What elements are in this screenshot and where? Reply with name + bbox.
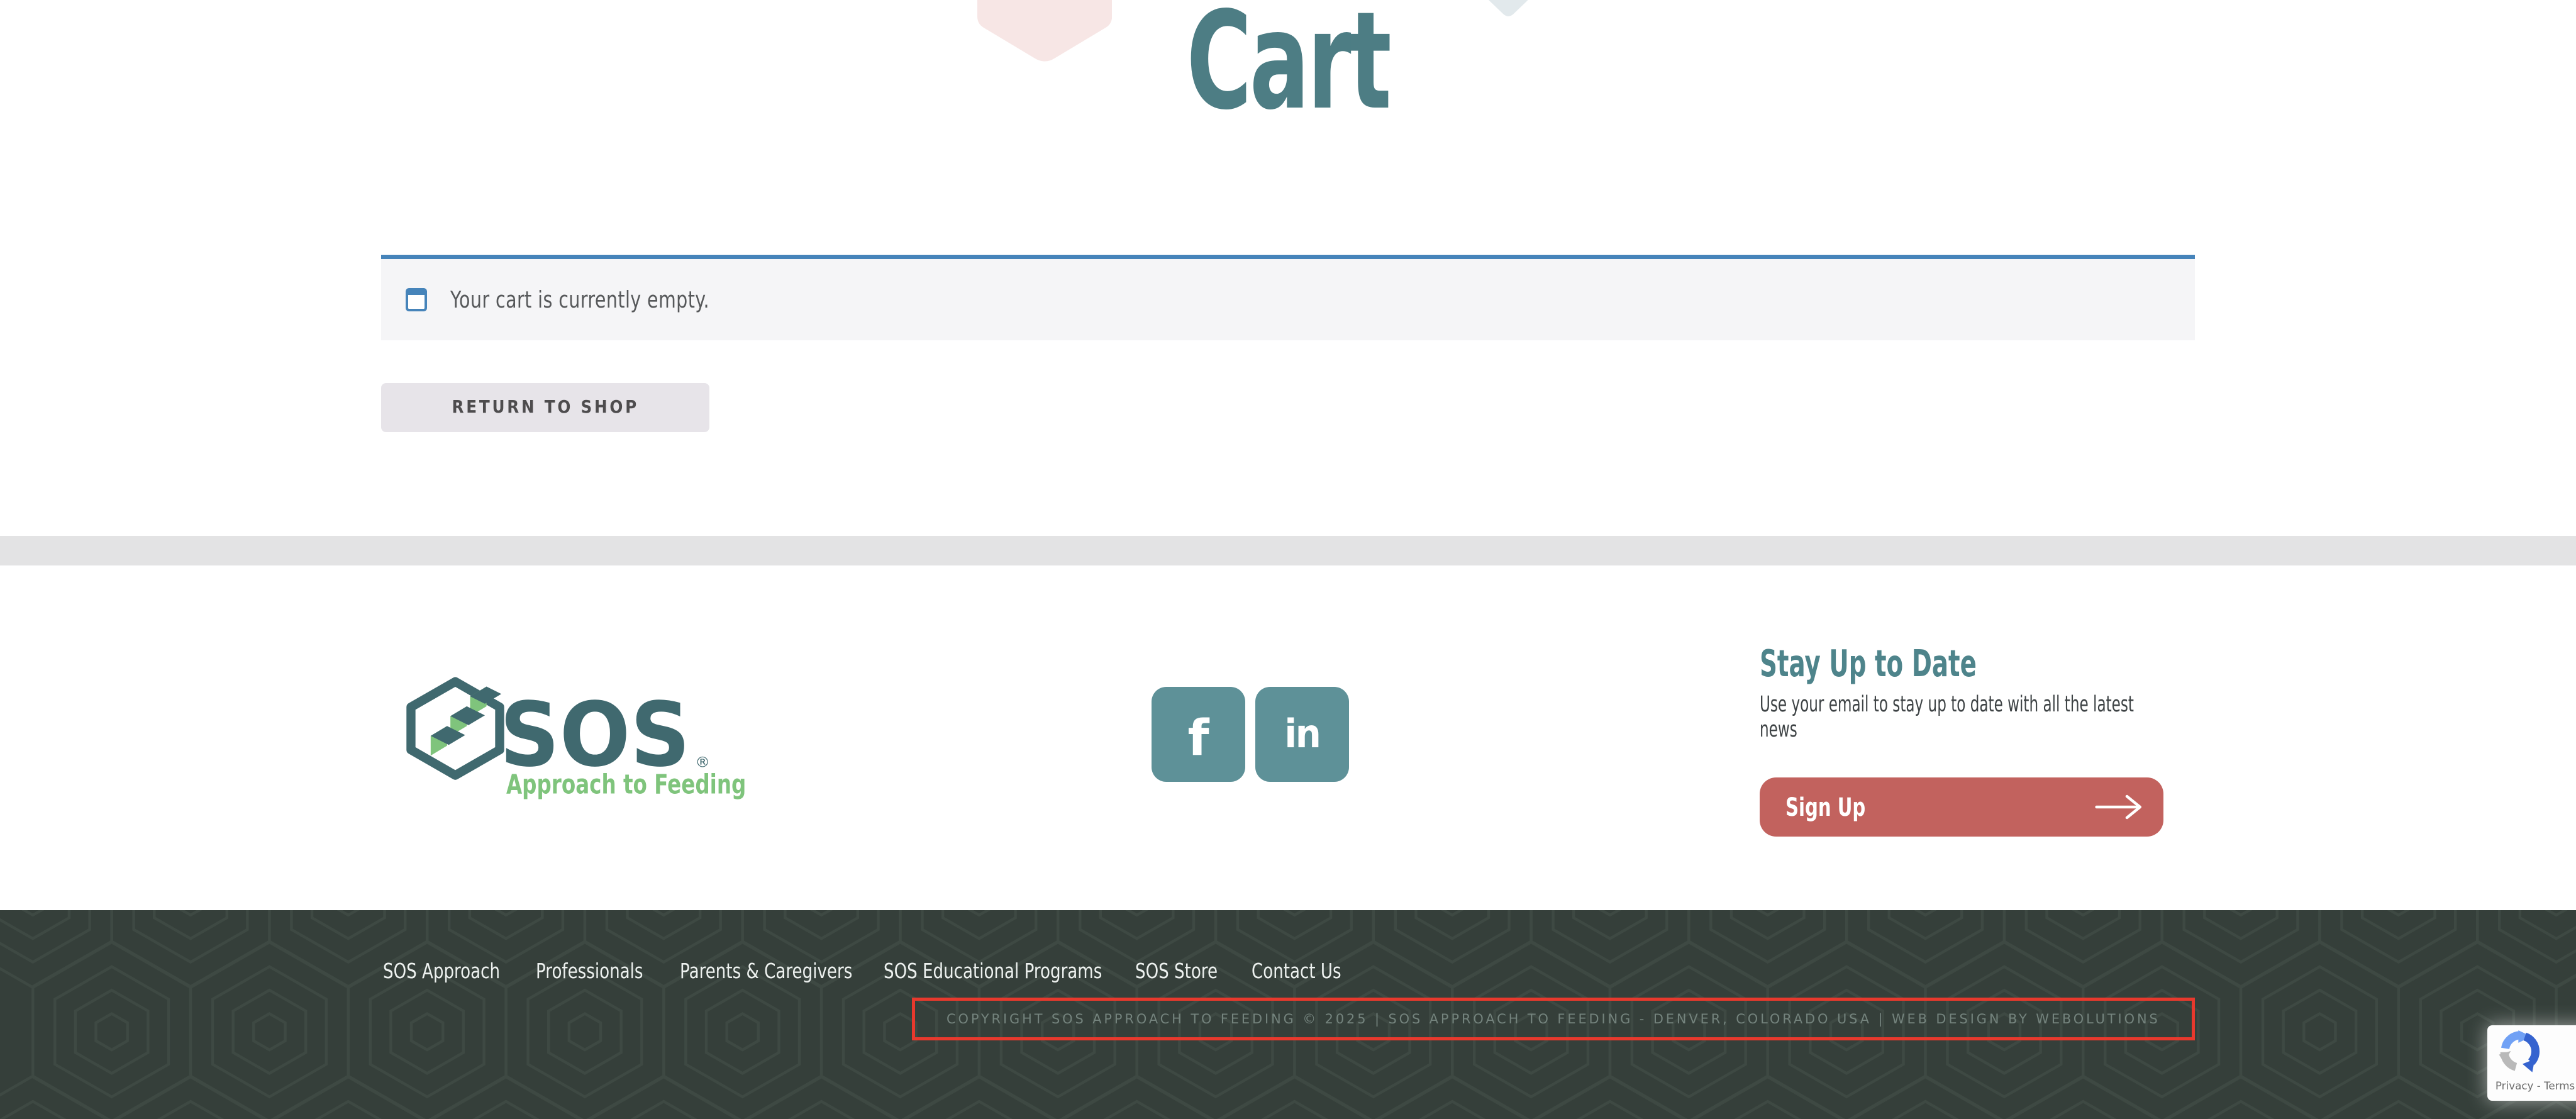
site-footer: SOS Approach Professionals Parents & Car… (0, 910, 2576, 1119)
section-divider-band (0, 536, 2576, 565)
footer-link-educational-programs[interactable]: SOS Educational Programs (884, 960, 1102, 983)
cart-empty-notice: Your cart is currently empty. (381, 255, 2195, 340)
cart-empty-message: Your cart is currently empty. (450, 286, 709, 313)
linkedin-icon: in (1284, 715, 1319, 754)
newsletter-heading: Stay Up to Date (1760, 642, 1977, 685)
recaptcha-badge[interactable]: Privacy - Terms (2487, 1025, 2576, 1101)
sos-logo[interactable]: SOS ® Approach to Feeding (404, 672, 753, 803)
copyright-text: COPYRIGHT SOS APPROACH TO FEEDING © 2025… (947, 1011, 2160, 1027)
footer-link-parents-caregivers[interactable]: Parents & Caregivers (680, 960, 852, 983)
footer-link-professionals[interactable]: Professionals (536, 960, 643, 983)
recaptcha-icon (2499, 1030, 2541, 1073)
cart-page: Cart Your cart is currently empty. RETUR… (0, 0, 2576, 1119)
sos-logo-tagline: Approach to Feeding (506, 769, 746, 801)
footer-link-sos-store[interactable]: SOS Store (1135, 960, 1218, 983)
page-title: Cart (438, 0, 2138, 128)
signup-label: Sign Up (1785, 792, 1865, 822)
arrow-right-icon (2095, 794, 2144, 820)
footer-link-sos-approach[interactable]: SOS Approach (383, 960, 500, 983)
footer-link-contact-us[interactable]: Contact Us (1252, 960, 1341, 983)
newsletter-description: Use your email to stay up to date with a… (1760, 692, 2140, 743)
return-to-shop-button[interactable]: RETURN TO SHOP (381, 383, 709, 432)
facebook-link[interactable]: f (1152, 687, 1245, 782)
newsletter-signup-button[interactable]: Sign Up (1760, 777, 2164, 837)
return-to-shop-label: RETURN TO SHOP (452, 398, 639, 417)
linkedin-link[interactable]: in (1255, 687, 1349, 782)
sos-logo-hexagon-icon (411, 682, 501, 776)
copyright-bar: COPYRIGHT SOS APPROACH TO FEEDING © 2025… (912, 998, 2195, 1040)
facebook-icon: f (1188, 706, 1209, 763)
recaptcha-privacy-terms[interactable]: Privacy - Terms (2496, 1079, 2575, 1092)
cart-page-icon (406, 288, 427, 311)
